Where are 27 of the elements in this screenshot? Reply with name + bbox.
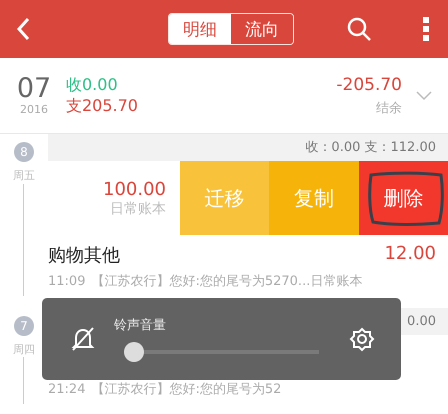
entry-note: 【江苏农行】您好:您的尾号为52 xyxy=(91,382,282,397)
entry-time: 11:09 xyxy=(48,274,86,289)
weekday-label: 周五 xyxy=(13,168,35,183)
more-icon[interactable] xyxy=(422,16,430,42)
balance-label: 结余 xyxy=(375,100,402,116)
search-icon[interactable] xyxy=(346,16,372,42)
back-icon[interactable] xyxy=(16,17,30,41)
income-total: 收0.00 xyxy=(66,74,119,96)
amount: 100.00 xyxy=(102,178,166,200)
day-badge: 8 xyxy=(14,142,34,162)
settings-icon[interactable] xyxy=(349,326,375,352)
day-totals: 收：0.00 支：112.00 xyxy=(48,134,448,161)
balance-amount: -205.70 xyxy=(336,74,402,94)
expense-total: 支205.70 xyxy=(66,96,139,116)
month-number: 07 xyxy=(16,75,52,103)
entry-time: 21:24 xyxy=(48,382,86,397)
entry-title: 购物其他 xyxy=(48,244,120,267)
weekday-label: 周四 xyxy=(13,342,35,357)
book-label: 日常账本 xyxy=(109,200,166,218)
volume-label: 铃声音量 xyxy=(114,317,167,334)
action-button[interactable]: 删除 xyxy=(358,161,448,235)
year-label: 2016 xyxy=(19,103,49,116)
day-badge: 7 xyxy=(14,316,34,336)
muted-bell-icon[interactable] xyxy=(70,326,96,352)
entry-note: 【江苏农行】您好:您的尾号为5270...日常账本 xyxy=(91,274,362,289)
tab[interactable]: 明细 xyxy=(169,14,231,44)
amount: 12.00 xyxy=(384,243,436,266)
